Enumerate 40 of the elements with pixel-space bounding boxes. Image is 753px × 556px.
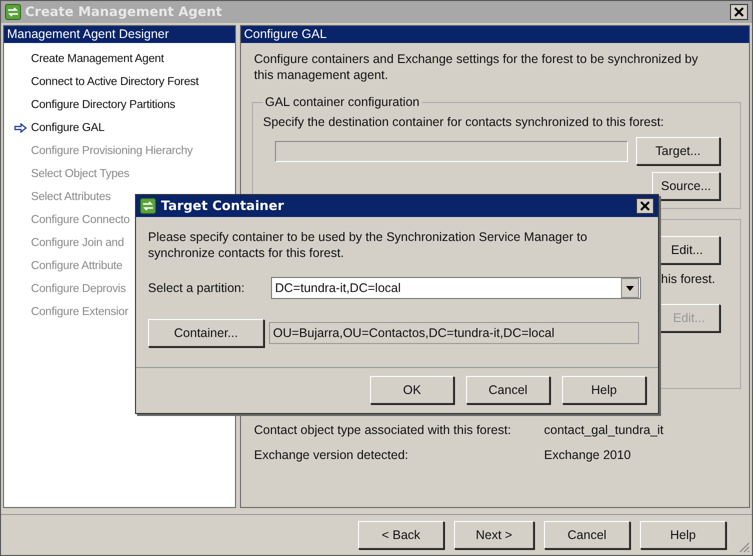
wizard-button[interactable]: < Back [358, 521, 444, 549]
group-legend: GAL container configuration [263, 95, 422, 109]
container-button[interactable]: Container... [148, 319, 264, 347]
dialog-button[interactable]: Cancel [466, 376, 550, 404]
info-value: Exchange 2010 [544, 448, 632, 462]
close-icon [640, 201, 650, 211]
wizard-button[interactable]: Help [640, 521, 726, 549]
close-button[interactable] [730, 4, 748, 20]
instruction-text: Specify the destination container for contacts synchronized to this forest: [263, 115, 665, 129]
info-label: Contact object type associated with this forest: [254, 423, 512, 437]
sidebar-item[interactable]: Connect to Active Directory Forest [4, 70, 235, 93]
sidebar-item[interactable]: Create Management Agent [4, 47, 235, 70]
app-icon [5, 4, 21, 20]
close-icon [734, 7, 744, 17]
arrow-icon [14, 122, 27, 132]
partition-dropdown[interactable]: DC=tundra-it,DC=local [271, 277, 641, 299]
source-button[interactable]: Source... [652, 172, 720, 200]
target-field[interactable] [275, 140, 628, 162]
info-value: contact_gal_tundra_it [544, 423, 665, 437]
wizard-button[interactable]: Next > [454, 521, 534, 549]
app-icon [140, 198, 156, 214]
description-text: Configure containers and Exchange settings for the forest to be synchronized by this management agent. [254, 51, 700, 83]
sidebar-header: Management Agent Designer [4, 26, 235, 43]
info-label: Exchange version detected: [254, 448, 410, 462]
partition-label: Select a partition: [148, 281, 246, 295]
dialog-button[interactable]: Help [562, 376, 646, 404]
dialog-message: Please specify container to be used by the Synchronization Service Manager to synchronize contacts for this forest. [148, 229, 588, 261]
window-title: Create Management Agent [25, 4, 223, 20]
content-header: Configure GAL [241, 26, 749, 43]
dialog-title: Target Container [161, 198, 285, 214]
dropdown-arrow-icon [626, 286, 634, 290]
forest-text: his forest. [661, 272, 716, 286]
wizard-button[interactable]: Cancel [544, 521, 630, 549]
dialog-button[interactable]: OK [370, 376, 454, 404]
target-button[interactable]: Target... [636, 137, 720, 165]
container-path-field[interactable]: OU=Bujarra,OU=Contactos,DC=tundra-it,DC=local [269, 322, 639, 344]
resize-grip-icon[interactable] [738, 541, 750, 553]
sidebar-item[interactable]: Configure Directory Partitions [4, 93, 235, 116]
close-button[interactable] [636, 198, 654, 214]
sidebar-item[interactable]: Configure GAL [4, 116, 235, 139]
